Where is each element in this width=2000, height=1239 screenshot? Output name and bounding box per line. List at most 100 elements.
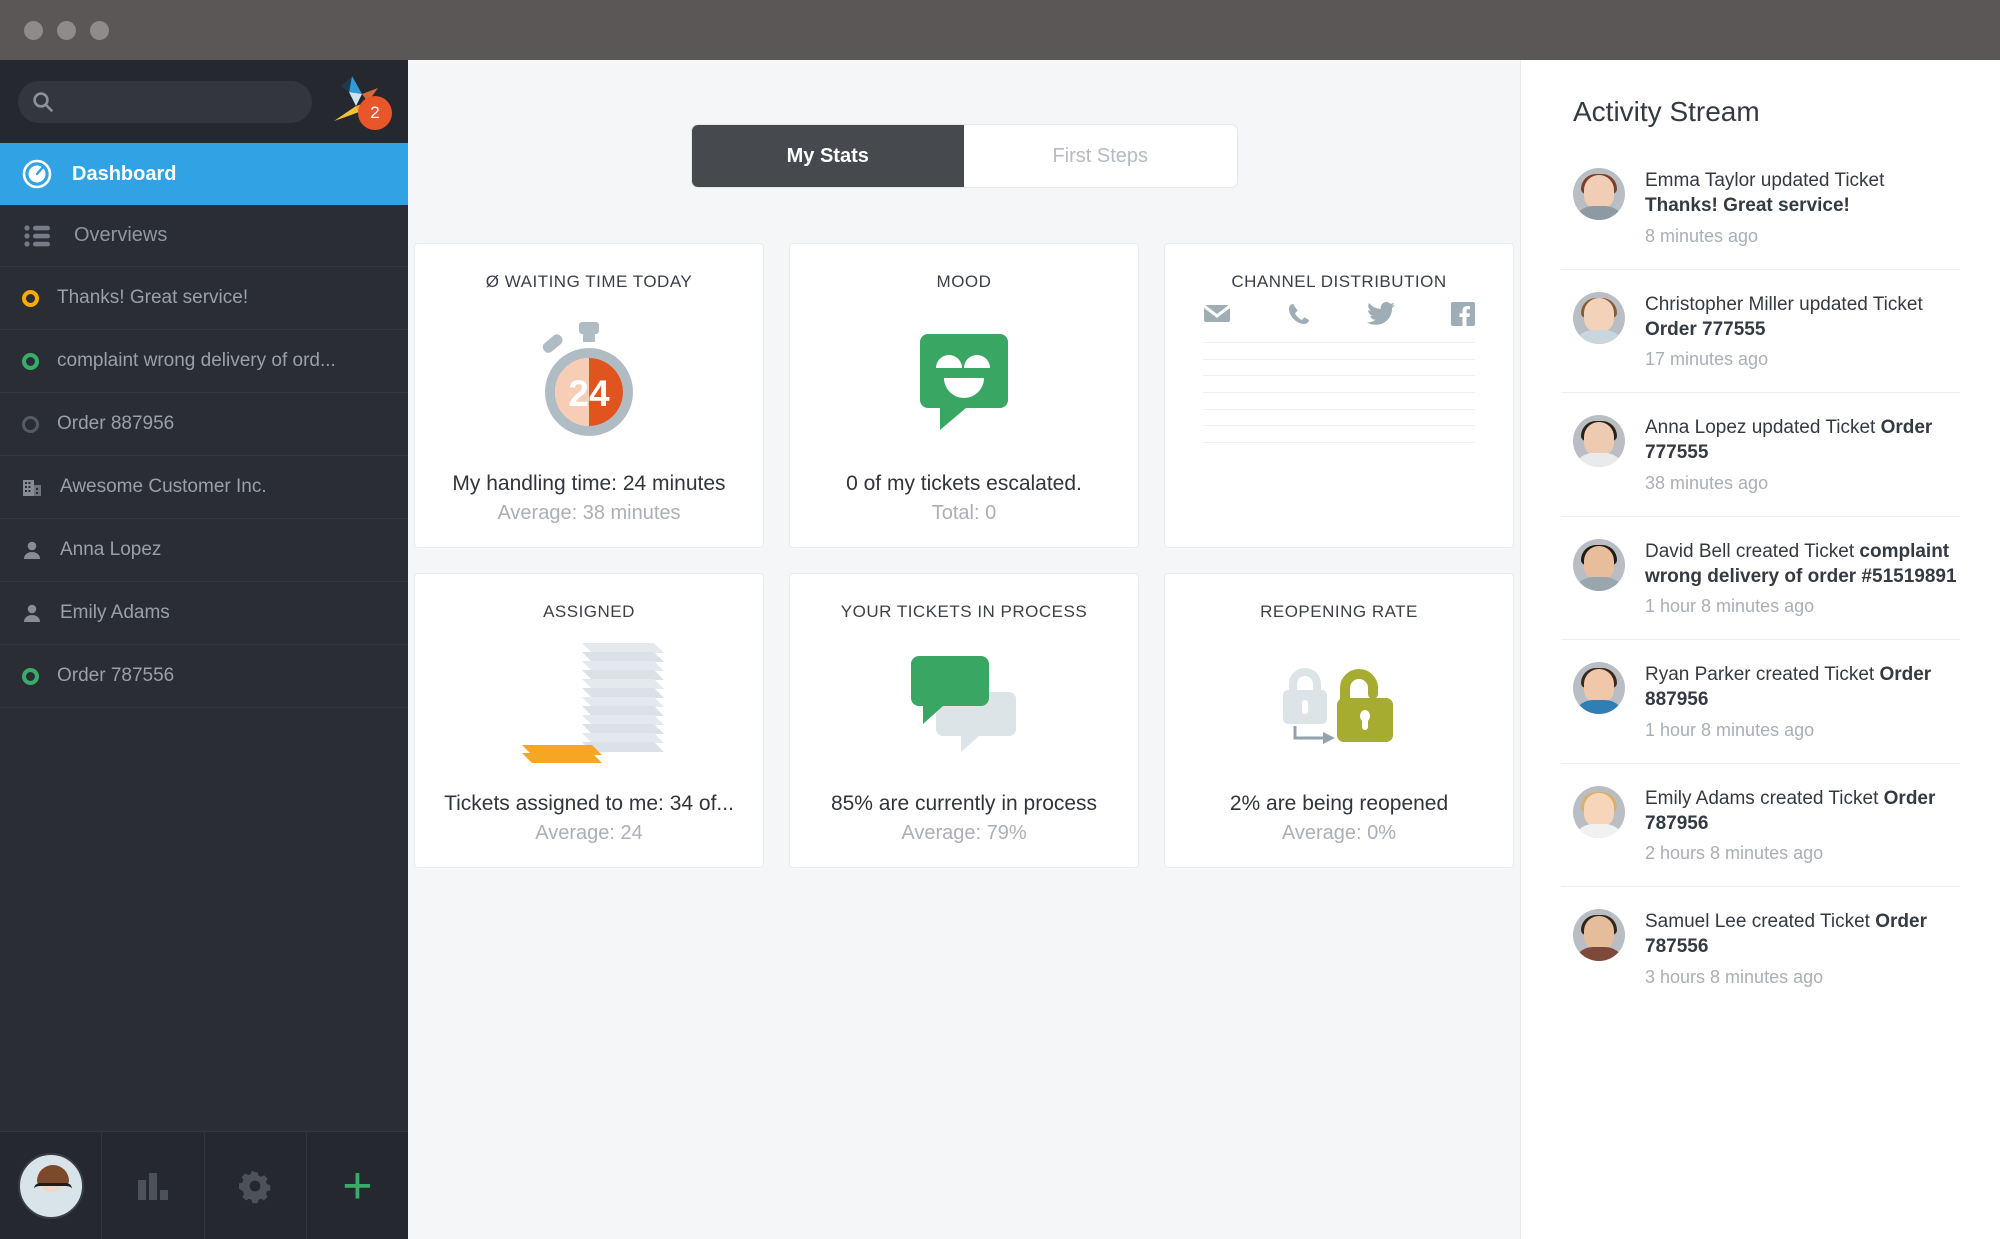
email-icon <box>1203 304 1231 322</box>
avatar <box>1573 785 1625 838</box>
person-icon <box>24 604 40 622</box>
activity-item[interactable]: Samuel Lee created Ticket Order 787556 3… <box>1561 887 1960 1010</box>
list-item[interactable]: Order 787556 <box>0 645 408 708</box>
lock-unlock-icon <box>1283 668 1393 744</box>
smiley-speech-bubble-icon <box>920 334 1008 430</box>
card-art <box>1165 622 1513 792</box>
window-close-dot[interactable] <box>24 20 43 40</box>
card-art <box>790 622 1138 792</box>
window-titlebar <box>0 0 2000 60</box>
list-item[interactable]: Anna Lopez <box>0 519 408 582</box>
activity-action: updated Ticket <box>1751 417 1876 439</box>
card-value: 85% are currently in process <box>830 792 1098 815</box>
card-waiting-time: Ø WAITING TIME TODAY 24 My handling time… <box>414 243 764 548</box>
avatar <box>1573 168 1625 220</box>
avatar <box>1573 415 1625 468</box>
activity-actor: Christopher Miller <box>1645 293 1794 315</box>
phone-icon <box>1289 304 1309 324</box>
stats-cards-grid: Ø WAITING TIME TODAY 24 My handling time… <box>414 243 1514 868</box>
activity-actor: Anna Lopez <box>1645 417 1747 439</box>
activity-item[interactable]: Christopher Miller updated Ticket Order … <box>1561 270 1960 394</box>
app-window: 2 Dashboard Overviews Thanks! Great serv… <box>0 0 2000 1239</box>
activity-time: 1 hour 8 minutes ago <box>1645 719 1815 740</box>
settings-button[interactable] <box>205 1132 307 1239</box>
window-minimize-dot[interactable] <box>57 20 76 40</box>
card-art <box>790 292 1138 472</box>
activity-time: 8 minutes ago <box>1645 225 1759 246</box>
activity-text: David Bell created Ticket complaint wron… <box>1645 539 1960 590</box>
activity-item[interactable]: Emma Taylor updated Ticket Thanks! Great… <box>1561 146 1960 270</box>
card-total: Total: 0 <box>931 502 997 524</box>
state-ring-green-icon <box>22 352 39 370</box>
list-item[interactable]: Order 887956 <box>0 393 408 456</box>
activity-text: Ryan Parker created Ticket Order 887956 <box>1645 662 1960 713</box>
activity-stream-panel: Activity Stream Emma Taylor updated Tick… <box>1520 60 2000 1239</box>
activity-time: 17 minutes ago <box>1645 349 1769 370</box>
search-input[interactable] <box>64 91 298 112</box>
list-item[interactable]: Awesome Customer Inc. <box>0 456 408 519</box>
stopwatch-value: 24 <box>568 373 610 414</box>
activity-time: 2 hours 8 minutes ago <box>1645 843 1824 864</box>
activity-ticket: Order 777555 <box>1645 318 1766 340</box>
gear-icon <box>239 1170 271 1203</box>
sidebar-item-label: Dashboard <box>72 162 177 185</box>
activity-item[interactable]: Emily Adams created Ticket Order 787956 … <box>1561 764 1960 888</box>
user-avatar-button[interactable] <box>0 1132 103 1239</box>
facebook-icon <box>1451 302 1475 326</box>
activity-stream-title: Activity Stream <box>1573 96 1760 127</box>
window-maximize-dot[interactable] <box>90 20 109 40</box>
sidebar-header: 2 <box>0 60 408 143</box>
card-title: YOUR TICKETS IN PROCESS <box>840 602 1088 621</box>
avatar <box>1573 291 1625 344</box>
reports-button[interactable] <box>102 1132 205 1239</box>
sidebar-item-overviews[interactable]: Overviews <box>0 205 408 267</box>
activity-actor: Emma Taylor <box>1645 170 1756 191</box>
activity-item[interactable]: Ryan Parker created Ticket Order 887956 … <box>1561 640 1960 764</box>
sidebar-toolbar: + <box>0 1131 408 1239</box>
activity-text: Samuel Lee created Ticket Order 787556 <box>1645 909 1960 960</box>
avatar <box>1573 538 1625 591</box>
sidebar: 2 Dashboard Overviews Thanks! Great serv… <box>0 60 408 1239</box>
stopwatch-icon: 24 <box>542 322 633 436</box>
list-icon <box>24 224 50 247</box>
list-item[interactable]: complaint wrong delivery of ord... <box>0 330 408 393</box>
stats-tabs: My Stats First Steps <box>691 125 1237 187</box>
activity-action: updated Ticket <box>1799 293 1923 315</box>
list-item-label: complaint wrong delivery of ord... <box>57 350 336 371</box>
channel-bar-chart <box>1203 342 1475 443</box>
sidebar-item-dashboard[interactable]: Dashboard <box>0 143 408 205</box>
list-item-label: Thanks! Great service! <box>57 287 249 308</box>
list-item[interactable]: Emily Adams <box>0 582 408 645</box>
chart-bars <box>1203 342 1475 442</box>
tab-first-steps[interactable]: First Steps <box>964 125 1237 187</box>
main-content: My Stats First Steps Ø WAITING TIME TODA… <box>408 60 1520 1239</box>
person-icon <box>24 541 40 559</box>
activity-text: Christopher Miller updated Ticket Order … <box>1645 292 1960 343</box>
activity-text: Emma Taylor updated Ticket Thanks! Great… <box>1645 168 1960 219</box>
list-item-label: Anna Lopez <box>60 539 162 560</box>
new-button[interactable]: + <box>307 1132 408 1239</box>
card-art <box>415 622 763 792</box>
avatar <box>1573 909 1625 962</box>
activity-item[interactable]: Anna Lopez updated Ticket Order 777555 3… <box>1561 393 1960 517</box>
list-item[interactable]: Thanks! Great service! <box>0 267 408 330</box>
activity-actor: David Bell <box>1645 540 1731 562</box>
card-reopening-rate: REOPENING RATE 2% are being reopened Ave… <box>1164 573 1514 868</box>
organization-icon <box>23 480 41 496</box>
bar-chart-icon <box>137 1172 168 1200</box>
card-mood: MOOD 0 of my tickets escalated. Total: 0 <box>789 243 1139 548</box>
tab-my-stats[interactable]: My Stats <box>691 125 964 187</box>
notification-badge[interactable]: 2 <box>358 95 392 130</box>
activity-item[interactable]: David Bell created Ticket complaint wron… <box>1561 517 1960 641</box>
two-speech-bubbles-icon <box>911 656 1016 752</box>
search-box[interactable] <box>18 80 312 123</box>
card-title: REOPENING RATE <box>1260 602 1418 621</box>
card-assigned: ASSIGNED Tickets assigned to me: 34 of..… <box>414 573 764 868</box>
state-ring-gray-icon <box>22 415 39 433</box>
card-value: Tickets assigned to me: 34 of... <box>444 792 734 815</box>
twitter-icon <box>1367 302 1395 325</box>
avatar <box>1573 662 1625 715</box>
activity-action: created Ticket <box>1755 664 1875 686</box>
zammad-bird-logo[interactable]: 2 <box>322 72 394 132</box>
activity-ticket: Thanks! Great service! <box>1645 195 1850 217</box>
